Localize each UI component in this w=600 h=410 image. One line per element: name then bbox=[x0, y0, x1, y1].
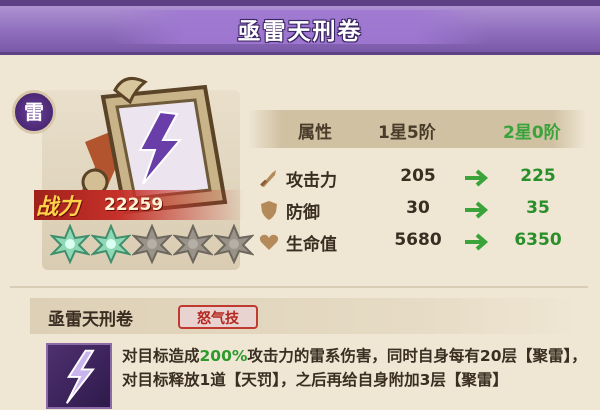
desc-text: 攻击力的雷系伤害，同时自身每有20层 bbox=[247, 347, 517, 365]
star-empty-icon bbox=[173, 224, 213, 264]
power-label: 战力 bbox=[36, 195, 81, 220]
sword-icon bbox=[260, 170, 276, 187]
desc-highlight-percent: 200% bbox=[199, 347, 248, 365]
arrow-right-icon bbox=[465, 201, 489, 219]
stat-label: 防御 bbox=[286, 203, 320, 223]
stat-label: 攻击力 bbox=[286, 171, 337, 191]
skill-type-label: 怒气技 bbox=[197, 311, 239, 327]
star-empty-icon bbox=[132, 224, 172, 264]
header-bar: 亟雷天刑卷 bbox=[0, 0, 600, 55]
stat-to-value: 6350 bbox=[514, 230, 562, 250]
skill-description: 对目标造成200%攻击力的雷系伤害，同时自身每有20层【聚雷】，对目标释放1道【… bbox=[122, 344, 592, 392]
stats-header-from: 1星5阶 bbox=[378, 123, 436, 143]
star-filled-icon bbox=[91, 224, 131, 264]
desc-keyword: 【天罚】 bbox=[225, 371, 281, 389]
stat-from-value: 30 bbox=[406, 198, 430, 218]
power-value: 22259 bbox=[104, 195, 164, 215]
arrow-right-icon bbox=[465, 233, 489, 251]
item-detail-panel: 亟雷天刑卷 雷 战力 22259 属性 1星5阶 2星0阶 攻击力 205 22… bbox=[0, 0, 600, 410]
item-title: 亟雷天刑卷 bbox=[237, 19, 363, 45]
skill-name: 亟雷天刑卷 bbox=[48, 310, 133, 330]
stat-from-value: 5680 bbox=[394, 230, 442, 250]
star-filled-icon bbox=[50, 224, 90, 264]
stat-row-defense: 防御 30 35 bbox=[258, 196, 578, 226]
desc-keyword: 【聚雷】 bbox=[516, 347, 572, 365]
desc-text: ，之后再给自身附加3层 bbox=[280, 371, 446, 389]
stats-panel: 属性 1星5阶 2星0阶 攻击力 205 225 防御 30 35 生命值 56… bbox=[248, 98, 586, 258]
section-divider bbox=[10, 286, 588, 288]
shield-icon bbox=[261, 201, 277, 220]
lightning-skill-icon bbox=[46, 343, 112, 409]
element-badge: 雷 bbox=[12, 90, 56, 134]
desc-text: 对目标造成 bbox=[122, 347, 200, 365]
stat-row-attack: 攻击力 205 225 bbox=[258, 164, 578, 194]
heart-icon bbox=[259, 234, 279, 250]
stats-header-to: 2星0阶 bbox=[503, 123, 561, 143]
stat-label: 生命值 bbox=[286, 235, 337, 255]
stat-from-value: 205 bbox=[400, 166, 436, 186]
skill-type-badge: 怒气技 bbox=[178, 305, 258, 329]
arrow-right-icon bbox=[465, 169, 489, 187]
stat-to-value: 35 bbox=[526, 198, 550, 218]
desc-keyword: 【聚雷】 bbox=[445, 371, 508, 389]
stat-to-value: 225 bbox=[520, 166, 556, 186]
stat-row-hp: 生命值 5680 6350 bbox=[258, 228, 578, 258]
stats-header-attr: 属性 bbox=[298, 123, 332, 143]
